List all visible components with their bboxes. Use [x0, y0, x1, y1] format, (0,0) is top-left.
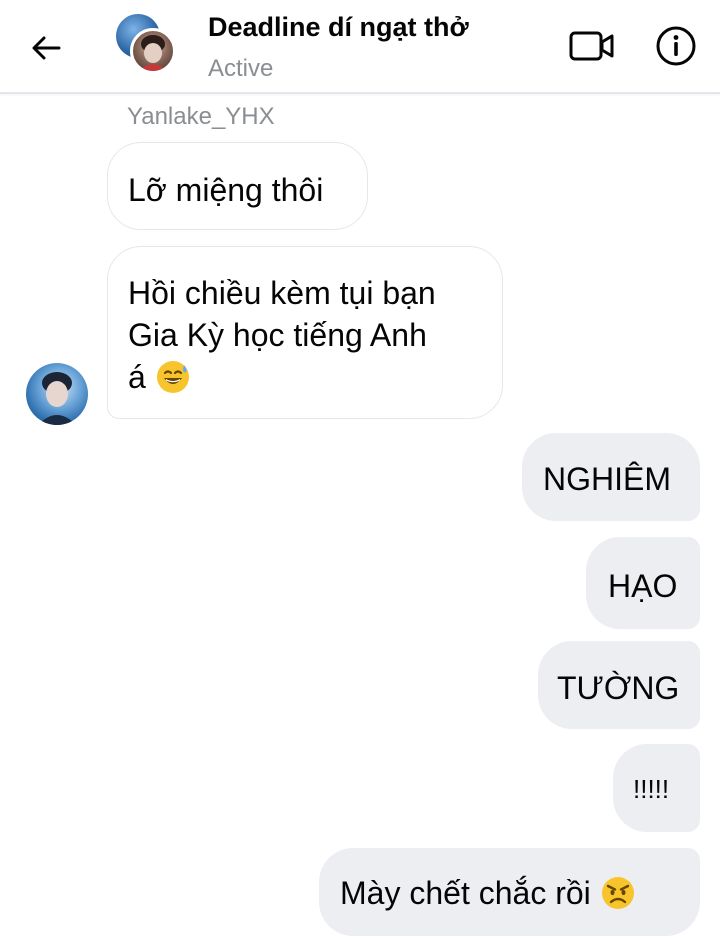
message-text: NGHIÊM — [543, 461, 671, 497]
outgoing-message-bubble[interactable]: Mày chết chắc rồi — [319, 848, 700, 936]
video-call-button[interactable] — [566, 24, 618, 68]
conversation-title[interactable]: Deadline dí ngạt thở — [208, 12, 469, 43]
message-text: Mày chết chắc rồi — [340, 875, 591, 911]
outgoing-message-bubble[interactable]: !!!!! — [613, 744, 700, 832]
back-button[interactable] — [22, 24, 70, 72]
message-text-line: á — [128, 356, 482, 398]
incoming-message-bubble[interactable]: Hồi chiều kèm tụi bạn Gia Kỳ học tiếng A… — [107, 246, 503, 419]
outgoing-message-bubble[interactable]: HẠO — [586, 537, 700, 629]
arrow-left-icon — [32, 36, 61, 60]
message-text: HẠO — [608, 568, 678, 604]
message-text-line: Gia Kỳ học tiếng Anh — [128, 317, 427, 353]
message-text: á — [128, 359, 146, 395]
incoming-message-bubble[interactable]: Lỡ miệng thôi — [107, 142, 368, 230]
conversation-header: Deadline dí ngạt thở Active — [0, 0, 720, 94]
avatar-primary — [130, 28, 176, 74]
group-avatar[interactable] — [116, 14, 176, 74]
message-text: TƯỜNG — [557, 670, 680, 706]
info-button[interactable] — [652, 22, 700, 70]
active-status: Active — [208, 55, 274, 82]
message-text: Lỡ miệng thôi — [128, 172, 324, 208]
grinning-sweat-emoji — [156, 360, 189, 393]
info-circle-icon — [656, 26, 696, 66]
outgoing-message-bubble[interactable]: TƯỜNG — [538, 641, 700, 729]
message-text-line: Hồi chiều kèm tụi bạn — [128, 275, 436, 311]
outgoing-message-bubble[interactable]: NGHIÊM — [522, 433, 700, 521]
sender-avatar[interactable] — [26, 363, 88, 425]
sender-name: Yanlake_YHX — [127, 103, 275, 130]
video-camera-icon — [569, 31, 614, 61]
message-text: !!!!! — [633, 774, 670, 804]
angry-face-emoji — [601, 876, 634, 909]
